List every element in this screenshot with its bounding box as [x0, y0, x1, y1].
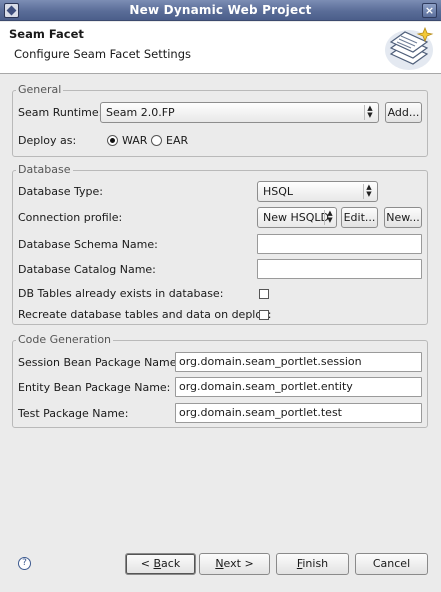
- deploy-as-label: Deploy as:: [18, 134, 77, 147]
- entity-bean-field[interactable]: org.domain.seam_portlet.entity: [175, 377, 422, 397]
- seam-facet-banner-icon: [385, 26, 434, 70]
- combo-arrows-icon: ▲ ▼: [364, 105, 374, 120]
- page-title: Seam Facet: [9, 27, 84, 41]
- database-type-label: Database Type:: [18, 185, 103, 198]
- schema-name-field[interactable]: [257, 234, 422, 254]
- back-button[interactable]: < Back: [125, 553, 196, 575]
- code-generation-group-label: Code Generation: [16, 333, 114, 346]
- connection-profile-value: New HSQLD: [263, 211, 329, 224]
- help-icon[interactable]: ?: [18, 557, 31, 570]
- next-button[interactable]: Next >: [199, 553, 270, 575]
- combo-arrows-icon: ▲ ▼: [363, 184, 373, 199]
- edit-profile-button[interactable]: Edit...: [341, 207, 378, 228]
- test-package-field[interactable]: org.domain.seam_portlet.test: [175, 403, 422, 423]
- test-package-label: Test Package Name:: [18, 407, 129, 420]
- next-button-rest: ext >: [223, 557, 254, 570]
- database-type-value: HSQL: [263, 185, 294, 198]
- title-bar: New Dynamic Web Project ×: [0, 0, 441, 21]
- back-button-rest: ack: [161, 557, 181, 570]
- seam-runtime-label: Seam Runtime:: [18, 106, 103, 119]
- entity-bean-label: Entity Bean Package Name:: [18, 381, 171, 394]
- session-bean-label: Session Bean Package Name:: [18, 356, 181, 369]
- connection-profile-select[interactable]: New HSQLD ▲ ▼: [257, 207, 337, 228]
- page-description: Configure Seam Facet Settings: [14, 47, 192, 61]
- add-runtime-button[interactable]: Add...: [385, 102, 422, 123]
- finish-button-rest: inish: [302, 557, 329, 570]
- next-button-mnemonic: N: [215, 557, 224, 570]
- back-button-prefix: <: [140, 557, 154, 570]
- recreate-tables-label: Recreate database tables and data on dep…: [18, 308, 272, 321]
- war-radio[interactable]: [107, 135, 118, 146]
- finish-button[interactable]: Finish: [276, 553, 349, 575]
- window-title: New Dynamic Web Project: [129, 3, 312, 17]
- war-label[interactable]: WAR: [122, 134, 147, 147]
- ear-radio[interactable]: [151, 135, 162, 146]
- combo-arrows-icon: ▲ ▼: [324, 210, 334, 225]
- tables-exist-checkbox[interactable]: [259, 289, 269, 299]
- seam-runtime-value: Seam 2.0.FP: [106, 106, 175, 119]
- connection-profile-label: Connection profile:: [18, 211, 123, 224]
- recreate-tables-checkbox[interactable]: [259, 310, 269, 320]
- general-group-label: General: [16, 83, 64, 96]
- database-type-select[interactable]: HSQL ▲ ▼: [257, 181, 378, 202]
- seam-runtime-select[interactable]: Seam 2.0.FP ▲ ▼: [100, 102, 379, 123]
- schema-name-label: Database Schema Name:: [18, 238, 158, 251]
- wizard-header: Seam Facet Configure Seam Facet Settings: [0, 22, 441, 74]
- new-profile-button[interactable]: New...: [384, 207, 422, 228]
- database-group-label: Database: [16, 163, 73, 176]
- session-bean-field[interactable]: org.domain.seam_portlet.session: [175, 352, 422, 372]
- cancel-button[interactable]: Cancel: [355, 553, 428, 575]
- tables-exist-label: DB Tables already exists in database:: [18, 287, 224, 300]
- catalog-name-label: Database Catalog Name:: [18, 263, 156, 276]
- close-icon[interactable]: ×: [422, 3, 437, 18]
- ear-label[interactable]: EAR: [166, 134, 188, 147]
- back-button-mnemonic: B: [153, 557, 162, 570]
- catalog-name-field[interactable]: [257, 259, 422, 279]
